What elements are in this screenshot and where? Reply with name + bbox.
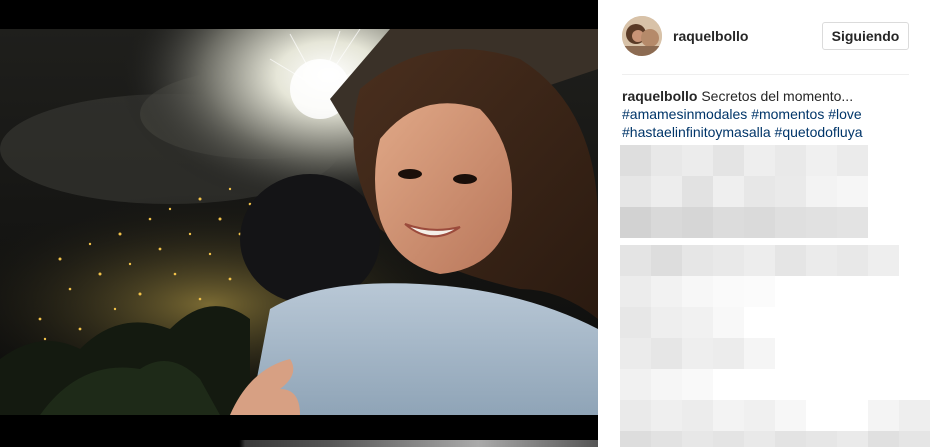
hashtag-link[interactable]: #love	[828, 106, 861, 122]
username-link[interactable]: raquelbollo	[673, 28, 748, 44]
hashtag-link[interactable]: #hastaelinfinitoymasalla	[622, 124, 771, 140]
caption-author-link[interactable]: raquelbollo	[622, 88, 697, 104]
header-divider	[622, 74, 909, 75]
post-caption: raquelbollo Secretos del momento... #ama…	[622, 87, 922, 141]
photo-pane	[0, 0, 598, 447]
hashtag-link[interactable]: #momentos	[751, 106, 824, 122]
hashtag-link[interactable]: #quetodofluya	[775, 124, 863, 140]
info-pane: raquelbollo Siguiendo raquelbollo Secret…	[598, 0, 933, 447]
hashtag-link[interactable]: #amamesinmodales	[622, 106, 747, 122]
pixelated-comments-area	[620, 145, 933, 447]
next-photo-preview-strip	[0, 440, 598, 447]
avatar[interactable]	[622, 16, 662, 56]
post-header: raquelbollo Siguiendo	[598, 0, 933, 74]
post-photo[interactable]	[0, 29, 598, 415]
following-button[interactable]: Siguiendo	[822, 22, 909, 50]
caption-text: Secretos del momento...	[701, 88, 854, 104]
